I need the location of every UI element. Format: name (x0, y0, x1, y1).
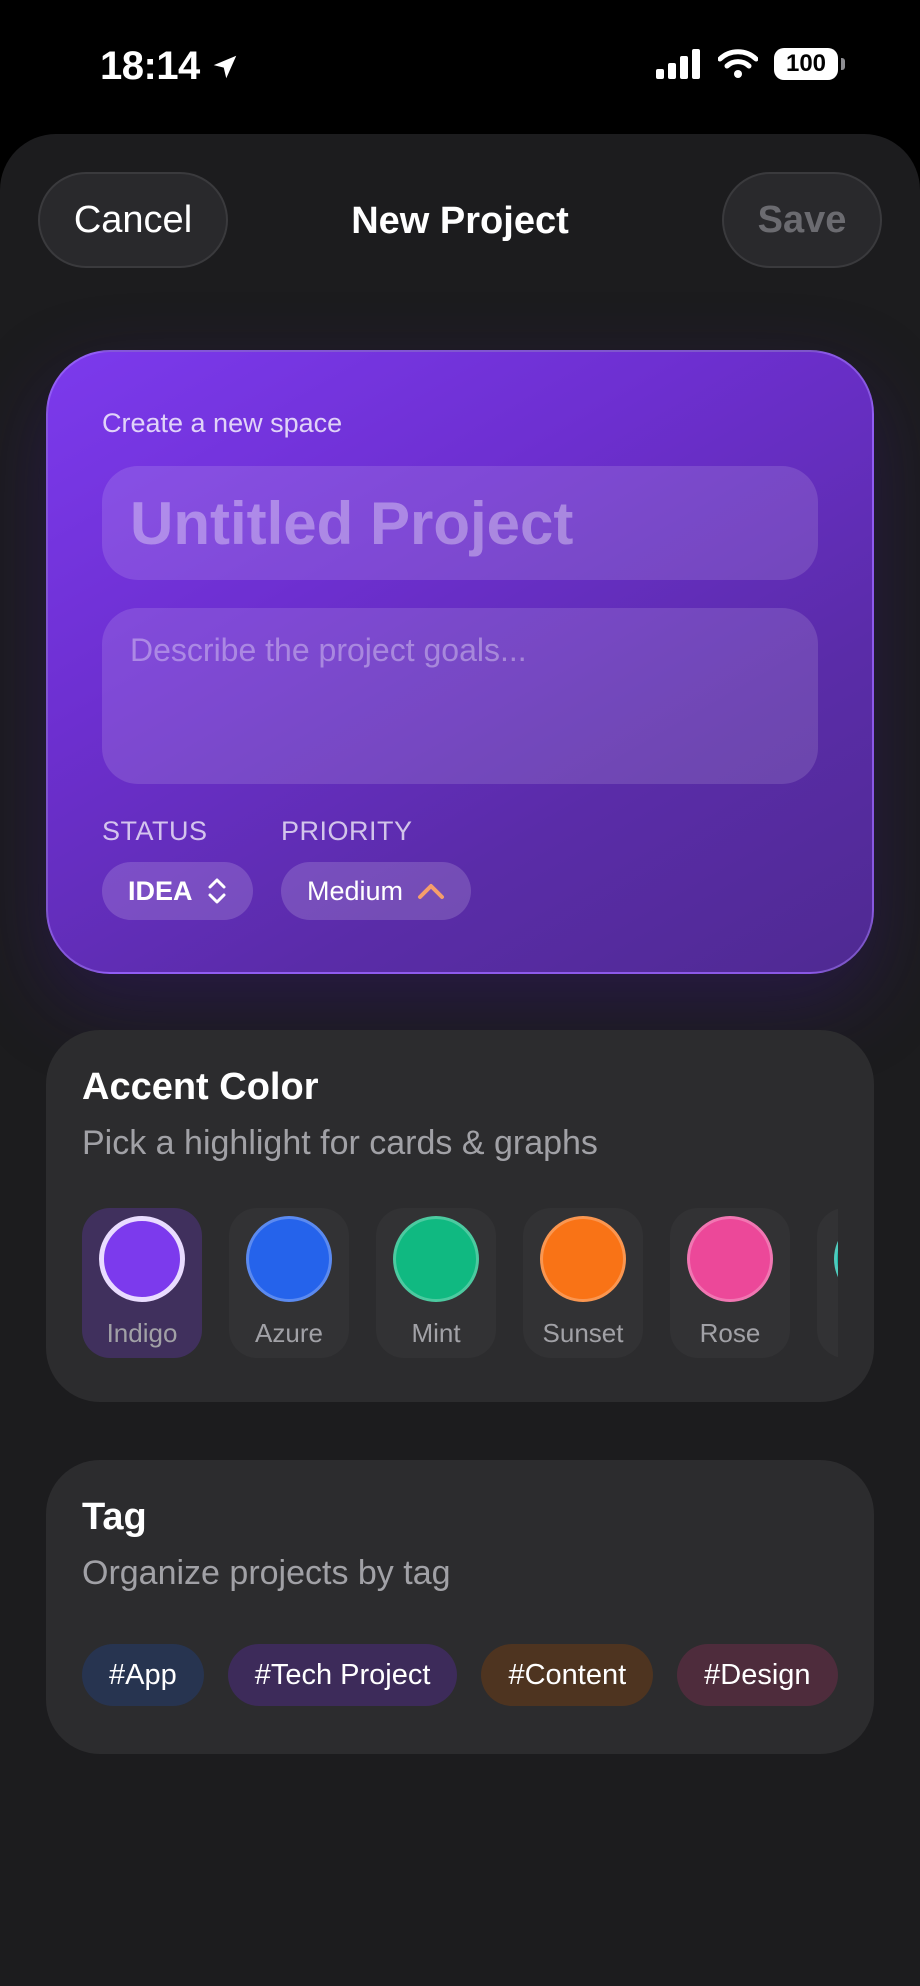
priority-value: Medium (307, 875, 404, 906)
status-picker[interactable]: IDEA (102, 862, 253, 920)
color-dot (540, 1216, 626, 1302)
accent-swatch-teal[interactable]: Teal (817, 1208, 838, 1358)
accent-swatch-mint[interactable]: Mint (376, 1208, 496, 1358)
color-dot (393, 1216, 479, 1302)
status-icons: 100 (656, 48, 845, 80)
swatch-label: Mint (411, 1318, 461, 1348)
priority-label: PRIORITY (281, 816, 413, 846)
tag-chip[interactable]: #Tech Project (227, 1644, 458, 1706)
project-description-input[interactable] (102, 608, 818, 784)
tag-options: #App #Tech Project #Content #Design (82, 1644, 838, 1706)
clock-text: 18:14 (100, 44, 200, 88)
project-hero-card: Create a new space STATUS PRIORITY IDEA … (46, 350, 874, 974)
swatch-label: Rose (699, 1318, 761, 1348)
status-time: 18:14 (100, 44, 240, 89)
tag-chip[interactable]: #App (82, 1644, 204, 1706)
accent-swatch-indigo[interactable]: Indigo (82, 1208, 202, 1358)
color-dot (834, 1216, 838, 1302)
tag-chip[interactable]: #Design (677, 1644, 838, 1706)
status-label: STATUS (102, 816, 208, 846)
tag-card: Tag Organize projects by tag #App #Tech P… (46, 1460, 874, 1754)
chevron-up-icon (418, 884, 445, 899)
battery-level: 100 (785, 50, 827, 77)
status-bar: 18:14 100 (0, 0, 920, 134)
cellular-signal-icon (656, 49, 700, 79)
hero-eyebrow: Create a new space (102, 408, 343, 438)
project-title-input[interactable] (102, 466, 818, 580)
swatch-label: Teal (817, 1318, 838, 1349)
priority-picker[interactable]: Medium (281, 862, 472, 920)
accent-color-options: Indigo Azure Mint Sunset Rose Teal (82, 1208, 838, 1358)
tag-chip[interactable]: #Content (481, 1644, 654, 1706)
color-dot (246, 1216, 332, 1302)
tag-subtitle: Organize projects by tag (82, 1554, 451, 1592)
accent-color-title: Accent Color (82, 1066, 319, 1108)
accent-swatch-azure[interactable]: Azure (229, 1208, 349, 1358)
swatch-label: Indigo (106, 1318, 178, 1348)
accent-swatch-sunset[interactable]: Sunset (523, 1208, 643, 1358)
battery-icon: 100 (774, 48, 845, 80)
tag-title: Tag (82, 1496, 147, 1538)
color-dot (99, 1216, 185, 1302)
navigation-bar: Cancel New Project Save (0, 134, 920, 274)
swatch-label: Azure (255, 1318, 323, 1348)
accent-color-card: Accent Color Pick a highlight for cards … (46, 1030, 874, 1402)
color-dot (687, 1216, 773, 1302)
status-value: IDEA (128, 875, 193, 906)
accent-color-subtitle: Pick a highlight for cards & graphs (82, 1124, 598, 1162)
save-button[interactable]: Save (722, 172, 882, 268)
location-arrow-icon (213, 55, 237, 78)
accent-swatch-rose[interactable]: Rose (670, 1208, 790, 1358)
wifi-icon (718, 49, 758, 78)
new-project-sheet: Cancel New Project Save Create a new spa… (0, 134, 920, 1986)
chevron-up-down-icon (208, 878, 226, 904)
swatch-label: Sunset (542, 1318, 624, 1348)
